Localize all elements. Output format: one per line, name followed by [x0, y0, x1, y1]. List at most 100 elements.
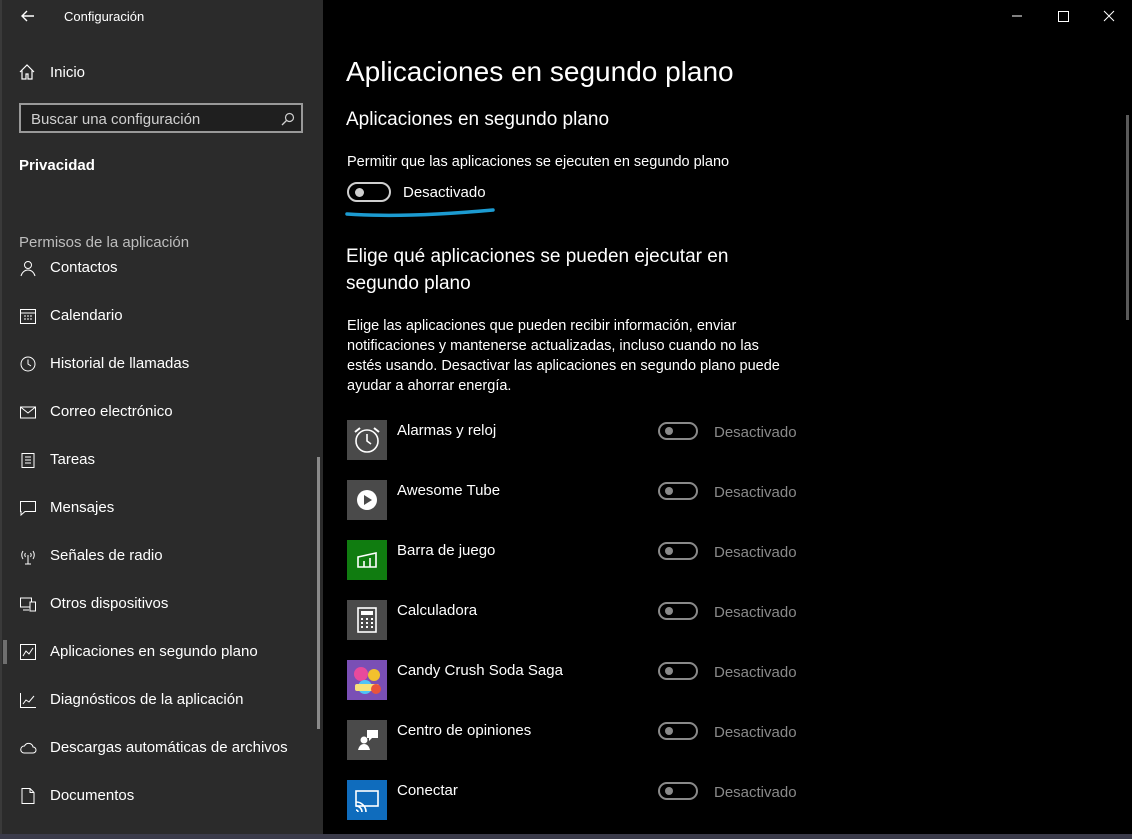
sidebar-item-label: Correo electrónico	[50, 403, 173, 420]
play-icon	[347, 480, 387, 520]
app-row: Alarmas y reloj Desactivado	[347, 420, 807, 462]
sidebar-item-label: Señales de radio	[50, 547, 163, 564]
minimize-button[interactable]	[994, 0, 1040, 32]
sidebar-nav-list: Contactos Calendario Historial de llamad…	[0, 252, 316, 839]
taskbar-edge	[0, 834, 1132, 839]
app-state: Desactivado	[714, 424, 797, 441]
main-scrollbar[interactable]	[1126, 115, 1129, 320]
background-apps-toggle[interactable]	[347, 182, 391, 202]
sidebar-item-radio[interactable]: Señales de radio	[0, 536, 316, 576]
minimize-icon	[1012, 15, 1022, 17]
calendar-icon	[20, 309, 36, 324]
sidebar-item-mensajes[interactable]: Mensajes	[0, 488, 316, 528]
search-input[interactable]	[31, 109, 271, 129]
calculator-icon	[347, 600, 387, 640]
app-state: Desactivado	[714, 544, 797, 561]
sidebar-item-label: Documentos	[50, 787, 135, 804]
toggle-knob	[665, 787, 673, 795]
main-panel: Aplicaciones en segundo plano Aplicacion…	[323, 0, 1132, 839]
sidebar-item-descargas[interactable]: Descargas automáticas de archivos	[0, 728, 316, 768]
section-heading: Aplicaciones en segundo plano	[346, 109, 610, 130]
sidebar-item-historial[interactable]: Historial de llamadas	[0, 344, 316, 384]
home-icon	[19, 64, 35, 80]
document-icon	[21, 788, 35, 804]
app-toggle[interactable]	[658, 542, 698, 560]
sidebar-item-diagnosticos[interactable]: Diagnósticos de la aplicación	[0, 680, 316, 720]
toggle-knob	[355, 188, 364, 197]
connect-icon	[347, 780, 387, 820]
app-name: Alarmas y reloj	[397, 422, 497, 439]
sidebar-item-dispositivos[interactable]: Otros dispositivos	[0, 584, 316, 624]
app-toggle[interactable]	[658, 482, 698, 500]
apps-description: Elige las aplicaciones que pueden recibi…	[347, 318, 780, 394]
app-name: Candy Crush Soda Saga	[397, 662, 563, 679]
back-arrow-icon[interactable]	[18, 6, 38, 26]
toggle-knob	[665, 547, 673, 555]
app-name: Calculadora	[397, 602, 478, 619]
sidebar-item-label: Descargas automáticas de archivos	[50, 739, 288, 756]
app-name: Conectar	[397, 782, 458, 799]
game-bar-icon	[347, 540, 387, 580]
sidebar-item-correo[interactable]: Correo electrónico	[0, 392, 316, 432]
sidebar-item-label: Mensajes	[50, 499, 115, 516]
cloud-icon	[20, 742, 37, 754]
app-toggle[interactable]	[658, 722, 698, 740]
history-icon	[20, 356, 36, 372]
sidebar: Configuración Inicio Privacidad Permisos…	[0, 0, 323, 839]
sidebar-item-contactos[interactable]: Contactos	[0, 252, 316, 288]
close-button[interactable]	[1086, 0, 1132, 32]
app-toggle[interactable]	[658, 782, 698, 800]
app-toggle[interactable]	[658, 422, 698, 440]
app-row: Calculadora Desactivado	[347, 600, 807, 642]
search-box[interactable]	[19, 103, 303, 133]
app-state: Desactivado	[714, 664, 797, 681]
apps-heading: Elige qué aplicaciones se pueden ejecuta…	[346, 246, 729, 294]
app-state: Desactivado	[714, 484, 797, 501]
permission-label: Permitir que las aplicaciones se ejecute…	[347, 154, 730, 170]
title-bar: Configuración	[0, 0, 323, 34]
sidebar-item-segundo-plano[interactable]: Aplicaciones en segundo plano	[0, 632, 316, 672]
toggle-knob	[665, 667, 673, 675]
sidebar-item-label: Otros dispositivos	[50, 595, 169, 612]
alarm-clock-icon	[347, 420, 387, 460]
app-toggle[interactable]	[658, 602, 698, 620]
app-row: Centro de opiniones Desactivado	[347, 720, 807, 762]
sidebar-item-calendario[interactable]: Calendario	[0, 296, 316, 336]
app-row: Awesome Tube Desactivado	[347, 480, 807, 522]
sidebar-item-label: Historial de llamadas	[50, 355, 190, 372]
sidebar-item-label: Contactos	[50, 259, 118, 276]
app-name: Awesome Tube	[397, 482, 501, 499]
app-name: Barra de juego	[397, 542, 496, 559]
app-name: Centro de opiniones	[397, 722, 532, 739]
app-row: Candy Crush Soda Saga Desactivado	[347, 660, 807, 702]
app-row: Barra de juego Desactivado	[347, 540, 807, 582]
app-toggle[interactable]	[658, 662, 698, 680]
maximize-icon	[1058, 11, 1069, 22]
feedback-icon	[347, 720, 387, 760]
maximize-button[interactable]	[1040, 0, 1086, 32]
diagnostics-icon	[20, 693, 36, 708]
sidebar-item-label: Aplicaciones en segundo plano	[50, 643, 258, 660]
radio-icon	[21, 550, 35, 565]
sidebar-item-label: Diagnósticos de la aplicación	[50, 691, 244, 708]
toggle-knob	[665, 487, 673, 495]
background-apps-icon	[20, 644, 36, 660]
toggle-knob	[665, 607, 673, 615]
sidebar-item-tareas[interactable]: Tareas	[0, 440, 316, 480]
search-icon[interactable]	[281, 112, 295, 126]
app-state: Desactivado	[714, 724, 797, 741]
section-title: Privacidad	[19, 157, 95, 174]
sidebar-item-label: Inicio	[50, 64, 86, 81]
sidebar-item-documentos[interactable]: Documentos	[0, 776, 316, 816]
devices-icon	[20, 597, 36, 612]
sidebar-item-home[interactable]: Inicio	[18, 60, 308, 86]
page-title: Aplicaciones en segundo plano	[346, 56, 734, 87]
app-title: Configuración	[64, 9, 145, 24]
contacts-icon	[20, 261, 36, 277]
mail-icon	[20, 406, 36, 419]
close-icon	[1103, 10, 1115, 22]
app-row: Conectar Desactivado	[347, 780, 807, 822]
sidebar-item-label: Tareas	[50, 451, 96, 468]
sidebar-scrollbar[interactable]	[317, 457, 320, 729]
toggle-state-label: Desactivado	[403, 184, 486, 201]
